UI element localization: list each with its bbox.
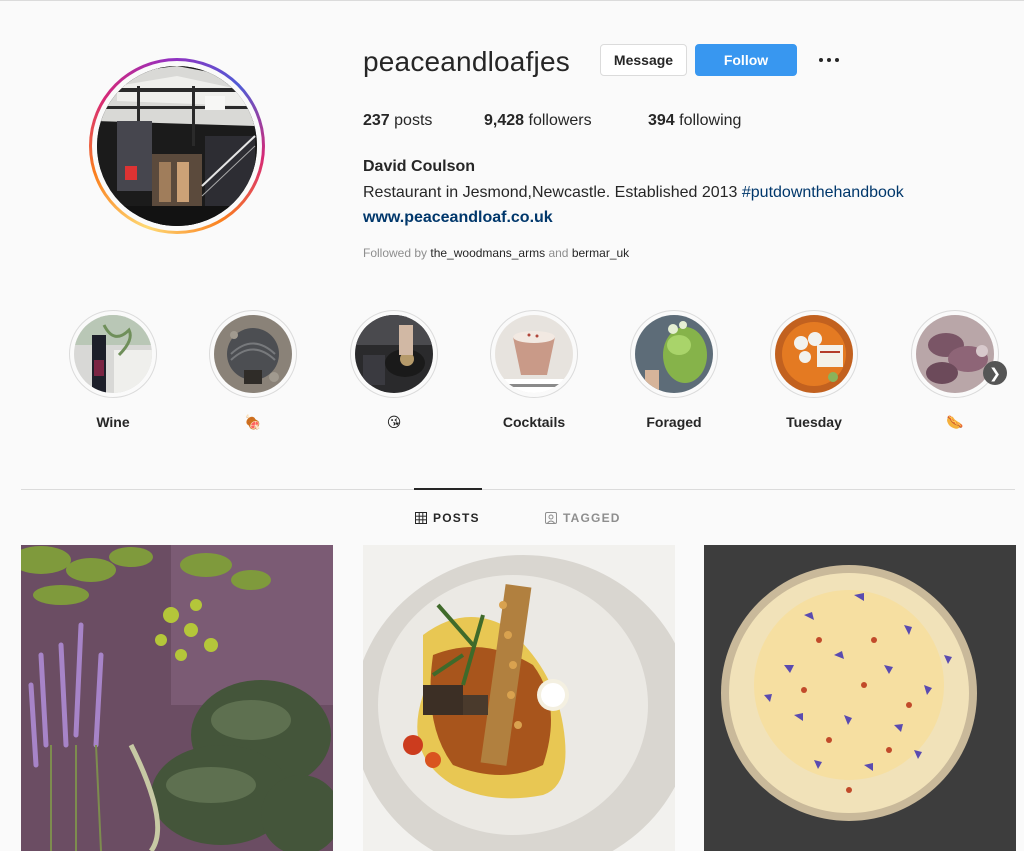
message-button[interactable]: Message (600, 44, 687, 76)
post-thumbnail[interactable] (363, 545, 675, 851)
highlight-label: Tuesday (786, 414, 842, 430)
following-stat[interactable]: 394 following (648, 111, 741, 131)
follow-button[interactable]: Follow (695, 44, 797, 76)
followers-count: 9,428 (484, 112, 525, 129)
highlight-cover-image (635, 315, 713, 393)
profile-bio: Restaurant in Jesmond,Newcastle. Establi… (363, 183, 904, 203)
grid-icon (415, 512, 427, 524)
bio-hashtag-link[interactable]: #putdownthehandbook (742, 184, 904, 201)
tab-posts[interactable]: POSTS (415, 510, 480, 526)
followed-by-prefix: Followed by (363, 246, 431, 260)
highlight-cover-image (214, 315, 292, 393)
followed-by-and: and (545, 246, 572, 260)
post-image (704, 545, 1016, 851)
tagged-user-icon (545, 512, 557, 524)
followed-by-user-link[interactable]: the_woodmans_arms (430, 246, 545, 260)
followers-stat[interactable]: 9,428 followers (484, 111, 592, 131)
highlight-cover-image (74, 315, 152, 393)
highlight-label: Foraged (646, 414, 702, 430)
highlight-label: 🌭 (946, 414, 964, 430)
followed-by-user-link[interactable]: bermar_uk (572, 246, 629, 260)
active-tab-indicator (414, 488, 482, 490)
story-highlight[interactable]: Wine (68, 310, 158, 431)
followers-label: followers (528, 112, 592, 129)
avatar-image (97, 66, 257, 226)
followed-by: Followed by the_woodmans_arms and bermar… (363, 245, 629, 261)
highlight-cover-image (495, 315, 573, 393)
more-options-icon[interactable] (814, 46, 844, 74)
tab-tagged[interactable]: TAGGED (545, 510, 621, 526)
highlight-cover-image (916, 315, 994, 393)
story-highlight[interactable]: 🍖 (208, 310, 298, 431)
following-count: 394 (648, 112, 675, 129)
highlight-label: Wine (96, 414, 130, 430)
posts-stat: 237 posts (363, 111, 432, 131)
top-border (0, 0, 1024, 1)
post-image (363, 545, 675, 851)
tab-tagged-label: TAGGED (563, 511, 621, 525)
bio-text: Restaurant in Jesmond,Newcastle. Establi… (363, 184, 742, 201)
highlight-label: 🍖 (244, 414, 262, 430)
post-thumbnail[interactable] (704, 545, 1016, 851)
highlight-label: 😘 (386, 414, 402, 430)
highlights-next-arrow-icon[interactable]: ❯ (983, 361, 1007, 385)
profile-avatar[interactable] (89, 58, 265, 234)
profile-username: peaceandloafjes (363, 46, 570, 77)
post-image (21, 545, 333, 851)
highlight-label: Cocktails (502, 414, 566, 430)
posts-count: 237 (363, 112, 390, 129)
following-label: following (679, 112, 742, 129)
story-highlight[interactable]: 😘 (349, 310, 439, 431)
profile-website-link[interactable]: www.peaceandloaf.co.uk (363, 208, 553, 228)
tabs-divider (21, 489, 1015, 490)
profile-full-name: David Coulson (363, 158, 476, 175)
posts-label: posts (394, 112, 433, 129)
highlight-cover-image (775, 315, 853, 393)
highlight-cover-image (355, 315, 433, 393)
story-highlight[interactable]: Foraged (629, 310, 719, 431)
story-highlight[interactable]: Cocktails (489, 310, 579, 431)
post-thumbnail[interactable] (21, 545, 333, 851)
tab-posts-label: POSTS (433, 511, 480, 525)
story-highlight[interactable]: Tuesday (769, 310, 859, 431)
